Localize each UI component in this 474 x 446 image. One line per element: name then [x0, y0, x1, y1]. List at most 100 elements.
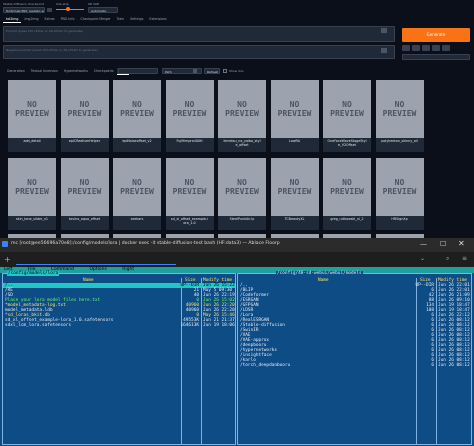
card-title: skin_tone_slider_v1: [15, 217, 49, 221]
tool-buttons: [402, 45, 450, 51]
trash-icon[interactable]: [412, 45, 420, 51]
card-title: zeekars: [130, 217, 144, 221]
no-preview-text: NO PREVIEW: [330, 100, 364, 118]
card-preview-image: NO PREVIEW: [270, 158, 319, 216]
terminal-tab[interactable]: [16, 255, 176, 265]
paste-icon[interactable]: [381, 48, 387, 53]
card-title: epiCRealismHelper: [68, 139, 101, 143]
card-preview-image: NO PREVIEW: [218, 158, 266, 216]
lora-card[interactable]: NO PREVIEW tovino_aqua_offset: [60, 158, 109, 230]
lora-card[interactable]: NO PREVIEW Fujifilmpro400H: [165, 80, 214, 152]
lora-card[interactable]: NO PREVIEW epiCRealismHelper: [60, 80, 109, 152]
search-icon[interactable]: ⌕: [446, 255, 449, 263]
no-preview-text: NO PREVIEW: [225, 100, 259, 118]
refresh-icon[interactable]: [47, 8, 52, 12]
card-preview-image: NO PREVIEW: [113, 158, 161, 216]
card-preview-image: NO PREVIEW: [375, 158, 424, 216]
add-tab-icon[interactable]: +: [4, 255, 11, 264]
apply-icon[interactable]: [442, 45, 450, 51]
lora-card[interactable]: NO PREVIEW kimetsu_no_yaiba_styl e_offset: [218, 80, 266, 152]
generate-button[interactable]: Generate: [402, 28, 470, 42]
card-preview-image: NO PREVIEW: [165, 158, 214, 216]
maximize-icon[interactable]: ☐: [440, 240, 446, 248]
file-mtime: Jun 19 18:06: [203, 323, 235, 328]
refresh-button[interactable]: Refresh: [204, 68, 220, 74]
card-preview-image: NO PREVIEW: [270, 80, 319, 138]
menu-icon[interactable]: ≡: [462, 255, 467, 262]
card-preview-image: NO PREVIEW: [60, 158, 109, 216]
clip-skip-thumb[interactable]: [66, 7, 70, 11]
close-icon[interactable]: ✕: [458, 239, 465, 248]
right-panel-path: /config/40-sd-webui/webui/models: [276, 271, 363, 276]
card-preview-image: NO PREVIEW: [218, 80, 266, 138]
menu-right[interactable]: Right: [122, 267, 134, 272]
terminal-titlebar: mc [root@ee56696a70e8]:/config/models/lo…: [0, 238, 474, 252]
prompt-input[interactable]: Prompt (press Ctrl+Enter or Alt+Enter to…: [3, 26, 395, 42]
lora-card[interactable]: NO PREVIEW TCBeautyXL: [270, 158, 319, 230]
negative-prompt-input[interactable]: Negative prompt (press Ctrl+Enter or Alt…: [3, 45, 395, 59]
lora-card[interactable]: NO PREVIEW OneFaceWaveStageStyl e_V2Offse…: [323, 80, 371, 152]
arrow-icon[interactable]: [402, 45, 410, 51]
lora-card[interactable]: NO PREVIEW SteelPunkAir.lp: [218, 158, 266, 230]
tab-txt2img[interactable]: txt2img: [3, 16, 22, 23]
tab-checkpoints[interactable]: Checkpoints: [91, 68, 117, 74]
main-tabs: txt2img img2img Extras PNG Info Checkpoi…: [3, 16, 170, 23]
tab-checkpoint-merger[interactable]: Checkpoint Merger: [77, 16, 113, 22]
show-dirs-checkbox[interactable]: [223, 69, 227, 73]
lora-card[interactable]: NO PREVIEW polyhedron_skinny_all: [375, 80, 424, 152]
show-dirs-label: Show dirs: [229, 69, 244, 73]
file-row[interactable]: sdxl_lcm_lora.safetensors 164613K Jun 19 1…: [3, 323, 235, 328]
card-preview-image: NO PREVIEW: [113, 80, 161, 138]
window-title: mc [root@ee56696a70e8]:/config/models/lo…: [11, 241, 280, 246]
card-title: LowRA: [289, 139, 300, 143]
no-preview-text: NO PREVIEW: [172, 178, 207, 196]
lora-card[interactable]: NO PREVIEW zeekars: [113, 158, 161, 230]
clip-skip-slider[interactable]: [56, 9, 84, 10]
card-preview-image: NO PREVIEW: [323, 80, 371, 138]
left-panel[interactable]: /config/models/lora Name Size Modify tim…: [2, 271, 236, 445]
minimize-icon[interactable]: —: [420, 240, 427, 248]
tab-generation[interactable]: Generation: [4, 68, 28, 74]
tab-png-info[interactable]: PNG Info: [58, 16, 78, 22]
right-panel[interactable]: /config/40-sd-webui/webui/models Name Si…: [237, 271, 472, 445]
lora-card[interactable]: NO PREVIEW greg_rutkowski_xl_2: [323, 158, 371, 230]
paste-icon[interactable]: [381, 28, 387, 33]
tab-hypernetworks[interactable]: Hypernetworks: [61, 68, 91, 74]
search-input[interactable]: [118, 68, 158, 74]
save-icon[interactable]: [432, 45, 440, 51]
no-preview-text: NO PREVIEW: [382, 178, 417, 196]
lora-card[interactable]: NO PREVIEW add_detail: [8, 80, 56, 152]
card-title: TCBeautyXL: [284, 217, 305, 221]
tab-textual-inversion[interactable]: Textual Inversion: [28, 68, 61, 74]
style-icon[interactable]: [422, 45, 430, 51]
tab-img2img[interactable]: img2img: [21, 16, 41, 22]
styles-select[interactable]: [402, 54, 470, 60]
tab-extensions[interactable]: Extensions: [146, 16, 169, 22]
lora-card[interactable]: NO PREVIEW skin_tone_slider_v1: [8, 158, 56, 230]
tab-extras[interactable]: Extras: [42, 16, 58, 22]
vae-label: SD VAE: [88, 2, 99, 6]
tab-settings[interactable]: Settings: [127, 16, 146, 22]
tab-train[interactable]: Train: [114, 16, 128, 22]
vae-select[interactable]: Automatic: [88, 7, 118, 13]
lora-card[interactable]: NO PREVIEW epiNoiseoffset_v2: [113, 80, 161, 152]
sort-direction-icon[interactable]: [193, 69, 197, 73]
sd-webui: Stable Diffusion checkpoint fp16/majicMI…: [0, 0, 474, 238]
card-preview-image: NO PREVIEW: [165, 80, 214, 138]
menu-options[interactable]: Options: [89, 267, 106, 272]
file-row[interactable]: /torch_deepdanbooru 6 Jun 26 08:12: [238, 363, 471, 368]
clip-skip-label: Clip skip: [56, 2, 69, 6]
lora-card[interactable]: NO PREVIEW HRSignXp: [375, 158, 424, 230]
no-preview-text: NO PREVIEW: [15, 100, 49, 118]
card-title: greg_rutkowski_xl_2: [330, 217, 364, 221]
card-title: epiNoiseoffset_v2: [122, 139, 152, 143]
no-preview-text: NO PREVIEW: [225, 178, 259, 196]
lora-card[interactable]: NO PREVIEW sd_xl_offset_example-l ora_1.0: [165, 158, 214, 230]
no-preview-text: NO PREVIEW: [172, 100, 207, 118]
no-preview-text: NO PREVIEW: [382, 100, 417, 118]
lora-card[interactable]: NO PREVIEW LowRA: [270, 80, 319, 152]
no-preview-text: NO PREVIEW: [67, 100, 102, 118]
checkpoint-select[interactable]: fp16/majicMIX_realistic.safetensors [e2f…: [3, 7, 45, 13]
chevron-down-icon[interactable]: ⌄: [420, 255, 425, 262]
no-preview-text: NO PREVIEW: [330, 178, 364, 196]
